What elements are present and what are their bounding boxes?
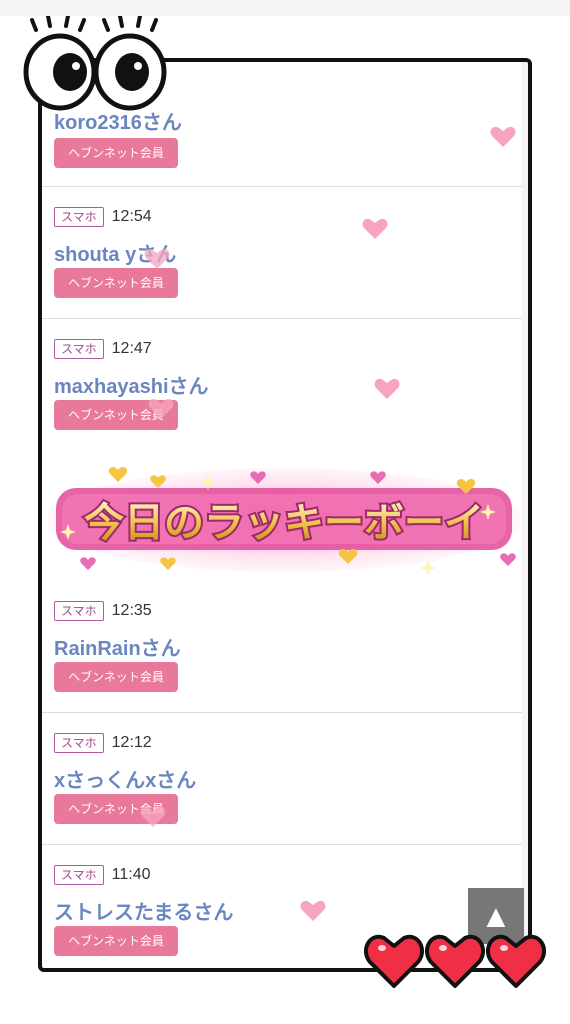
divider: [42, 844, 522, 845]
red-hearts-icon: [364, 934, 546, 988]
member-badge[interactable]: ヘブンネット会員: [54, 662, 178, 692]
member-badge[interactable]: ヘブンネット会員: [54, 138, 178, 168]
device-tag: スマホ: [54, 865, 104, 885]
user-name-link[interactable]: ストレスたまるさん: [54, 896, 233, 925]
banner-text: 今日のラッキーボーイ: [84, 500, 484, 546]
device-tag: スマホ: [54, 733, 104, 753]
pink-heart-icon: [144, 248, 170, 269]
entry-meta: スマホ 12:12: [54, 732, 152, 754]
entry-time: 12:47: [111, 340, 152, 357]
entry-time: 12:35: [111, 602, 152, 619]
member-badge[interactable]: ヘブンネット会員: [54, 268, 178, 298]
user-name-link[interactable]: xさっくんxさん: [54, 764, 196, 793]
entry-time: 12:54: [111, 208, 152, 225]
entry-meta: スマホ 11:40: [54, 864, 151, 886]
device-tag: スマホ: [54, 601, 104, 621]
pink-heart-icon: [300, 900, 326, 921]
pink-heart-icon: [148, 398, 174, 419]
lucky-boy-banner: 今日のラッキーボーイ: [48, 467, 520, 574]
entry-meta: スマホ 12:54: [54, 206, 152, 228]
divider: [42, 318, 522, 319]
entry-time: 12:12: [111, 734, 152, 751]
divider: [42, 712, 522, 713]
pink-heart-icon: [140, 806, 166, 827]
divider: [42, 186, 522, 187]
device-tag: スマホ: [54, 339, 104, 359]
frame-inner: koro2316さん ヘブンネット会員 スマホ 12:54 shouta yさん…: [42, 62, 528, 968]
top-strip: [0, 0, 570, 16]
member-badge[interactable]: ヘブンネット会員: [54, 926, 178, 956]
user-name-link[interactable]: maxhayashiさん: [54, 370, 209, 399]
device-tag: スマホ: [54, 207, 104, 227]
cartoon-eyes-icon: [23, 16, 167, 111]
pink-heart-icon: [374, 378, 400, 399]
pink-heart-icon: [362, 218, 388, 239]
entry-time: 11:40: [111, 866, 151, 883]
comment-list-frame: koro2316さん ヘブンネット会員 スマホ 12:54 shouta yさん…: [38, 58, 532, 972]
entry-meta: スマホ 12:35: [54, 600, 152, 622]
pink-heart-icon: [490, 126, 516, 147]
entry-meta: スマホ 12:47: [54, 338, 152, 360]
user-name-link[interactable]: RainRainさん: [54, 632, 181, 661]
